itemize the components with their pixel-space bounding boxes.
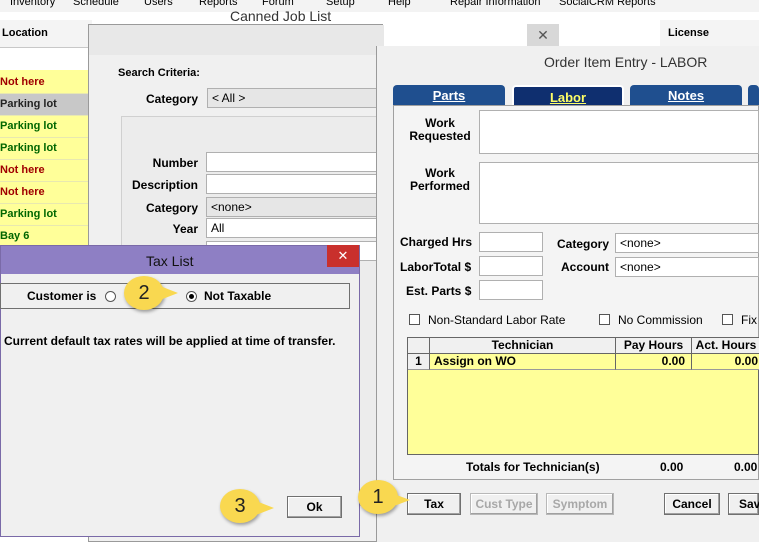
location-column-header[interactable]: Location [0,20,92,48]
license-column-header[interactable]: License [660,20,759,48]
work-requested-input[interactable] [479,110,759,154]
save-button[interactable]: Sav [728,493,759,515]
menu-reports[interactable]: Reports [199,0,238,8]
charged-hrs-input[interactable] [479,232,543,252]
labor-total-input[interactable] [479,256,543,276]
account-label: Account [561,260,609,274]
tab-labor[interactable]: Labor [512,85,624,107]
location-list: Not here Parking lot Parking lot Parking… [0,70,92,250]
menu-inventory[interactable]: Inventory [10,0,55,8]
cancel-button[interactable]: Cancel [664,493,720,515]
callout-step-1: 1 [358,480,410,514]
category2-label: Category [145,201,198,215]
list-item[interactable]: Parking lot [0,116,92,138]
description-input[interactable] [206,174,378,194]
table-row-pay-hours[interactable]: 0.00 [616,354,692,370]
menu-socialcrm-reports[interactable]: SocialCRM Reports [559,0,656,8]
tax-list-titlebar[interactable]: Tax List [1,246,359,274]
work-performed-label: Work Performed [409,166,471,193]
list-item[interactable]: Not here [0,160,92,182]
search-criteria-label: Search Criteria: [118,67,200,79]
account-select[interactable]: <none> [615,257,759,277]
year-select[interactable]: All [206,218,378,238]
ok-button[interactable]: Ok [287,496,342,518]
list-item[interactable]: Parking lot [0,94,92,116]
tax-message: Current default tax rates will be applie… [4,334,336,348]
list-item[interactable]: Parking lot [0,204,92,226]
order-category-select[interactable]: <none> [615,233,759,253]
tax-list-title: Tax List [146,253,194,269]
not-taxable-radio[interactable] [186,291,197,302]
top-menu-bar: Inventory Schedule Users Reports Forum S… [0,0,759,12]
category2-select[interactable]: <none> [206,197,378,217]
table-row-act-hours[interactable]: 0.00 [692,354,759,370]
totals-act-hours: 0.00 [734,460,758,474]
number-label: Number [152,156,198,170]
technician-grid: Technician Pay Hours Act. Hours 1 Assign… [407,337,759,455]
list-item[interactable]: Not here [0,72,92,94]
menu-schedule[interactable]: Schedule [73,0,119,8]
menu-help[interactable]: Help [388,0,411,8]
pay-hours-column-header[interactable]: Pay Hours [616,338,692,354]
tax-button[interactable]: Tax [407,493,461,515]
totals-label: Totals for Technician(s) [466,460,600,474]
totals-pay-hours: 0.00 [660,460,684,474]
order-item-entry-title: Order Item Entry - LABOR [544,54,708,70]
list-item[interactable]: Not here [0,182,92,204]
menu-users[interactable]: Users [144,0,173,8]
est-parts-input[interactable] [479,280,543,300]
customer-is-label: Customer is [27,289,97,303]
tax-close-icon[interactable]: ✕ [327,245,359,267]
callout-step-2: 2 [124,276,178,310]
symptom-button[interactable]: Symptom [546,493,614,515]
act-hours-column-header[interactable]: Act. Hours [692,338,759,354]
work-requested-label: Work Requested [409,116,471,143]
non-standard-rate-label: Non-Standard Labor Rate [428,313,566,327]
fixed-checkbox[interactable] [722,314,733,325]
number-input[interactable] [206,152,378,172]
taxable-radio[interactable] [105,291,116,302]
no-commission-checkbox[interactable] [599,314,610,325]
category-select[interactable]: < All > [207,88,377,108]
cust-type-button[interactable]: Cust Type [470,493,538,515]
grid-row-number-header [408,338,430,354]
not-taxable-label: Not Taxable [204,289,272,303]
table-row-technician[interactable]: Assign on WO [430,354,616,370]
order-category-label: Category [557,237,610,251]
tab-more[interactable] [748,85,759,107]
description-label: Description [131,178,198,192]
labor-total-label: LaborTotal $ [400,260,472,274]
callout-step-3: 3 [220,489,274,523]
charged-hrs-label: Charged Hrs [400,235,473,249]
canned-job-list-titlebar[interactable] [89,25,384,55]
non-standard-rate-checkbox[interactable] [409,314,420,325]
menu-repair-information[interactable]: Repair Information [450,0,541,8]
category-label: Category [146,92,199,106]
fixed-label: Fix [741,313,757,327]
canned-close-icon[interactable]: ✕ [527,24,559,46]
menu-forum[interactable]: Forum [262,0,294,8]
no-commission-label: No Commission [618,313,703,327]
year-label: Year [172,222,198,236]
work-performed-input[interactable] [479,162,759,224]
tab-parts[interactable]: Parts [393,85,505,107]
tab-notes[interactable]: Notes [630,85,742,107]
list-item[interactable]: Parking lot [0,138,92,160]
est-parts-label: Est. Parts $ [406,284,472,298]
menu-setup[interactable]: Setup [326,0,355,8]
table-row-number: 1 [408,354,430,370]
canned-job-list-title: Canned Job List [230,8,332,24]
technician-column-header[interactable]: Technician [430,338,616,354]
